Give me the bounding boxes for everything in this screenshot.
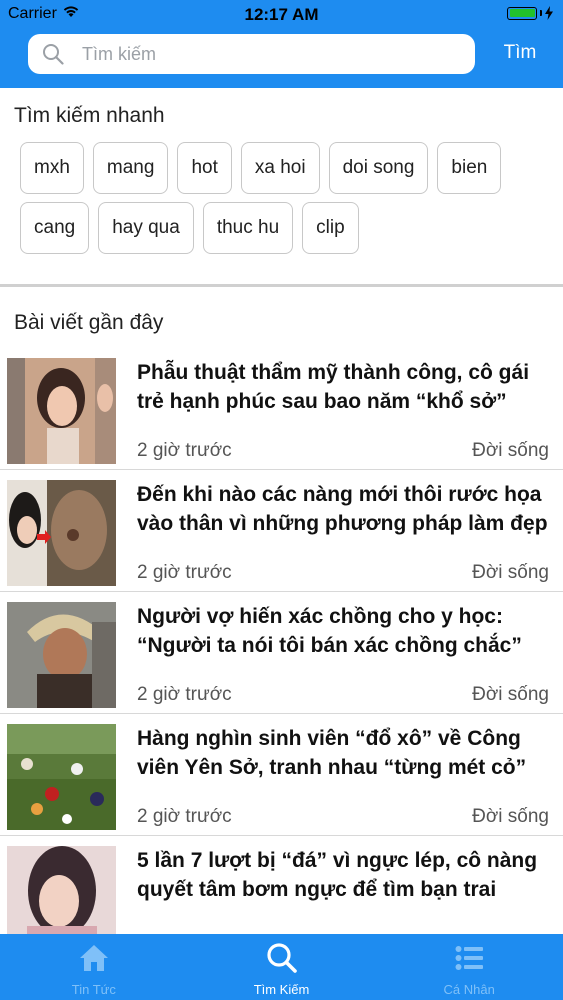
article-time: 2 giờ trước: [137, 684, 232, 705]
article-item[interactable]: Phẫu thuật thẩm mỹ thành công, cô gái tr…: [0, 348, 563, 470]
article-thumbnail: [7, 602, 116, 708]
article-time: 2 giờ trước: [137, 440, 232, 461]
tag-hot[interactable]: hot: [177, 142, 232, 194]
tab-search-label: Tìm Kiếm: [253, 982, 310, 997]
article-category: Đời sống: [472, 684, 549, 705]
tab-news[interactable]: Tin Tức: [0, 934, 188, 1000]
tag-thuc-hu[interactable]: thuc hu: [202, 202, 294, 254]
article-item[interactable]: Người vợ hiến xác chồng cho y học: “Ngườ…: [0, 592, 563, 714]
tab-profile-label: Cá Nhân: [443, 982, 495, 997]
article-title: Đến khi nào các nàng mới thôi rước họa v…: [137, 483, 548, 535]
article-item[interactable]: Đến khi nào các nàng mới thôi rước họa v…: [0, 470, 563, 592]
tag-clip[interactable]: clip: [302, 202, 359, 254]
search-input[interactable]: [80, 42, 444, 66]
article-category: Đời sống: [472, 562, 549, 583]
tab-profile[interactable]: Cá Nhân: [375, 934, 563, 1000]
article-time: 2 giờ trước: [137, 562, 232, 583]
article-item[interactable]: Hàng nghìn sinh viên “đổ xô” về Công viê…: [0, 714, 563, 836]
tag-mxh[interactable]: mxh: [20, 142, 84, 194]
charging-icon: [545, 6, 553, 20]
article-thumbnail: [7, 358, 116, 464]
clock: 12:17 AM: [244, 5, 319, 24]
search-icon: [42, 43, 64, 65]
article-category: Đời sống: [472, 806, 549, 827]
article-thumbnail: [7, 480, 116, 586]
article-title: Người vợ hiến xác chồng cho y học: “Ngườ…: [137, 605, 522, 657]
header: Carrier 12:17 AM Tìm kiếm Tìm: [0, 0, 563, 88]
battery-icon: [507, 6, 553, 20]
article-list: Phẫu thuật thẩm mỹ thành công, cô gái tr…: [0, 348, 563, 958]
quick-search-tags: mxh mang hot xa hoi doi song bien cang h…: [20, 142, 540, 254]
search-icon: [266, 942, 298, 974]
article-title: 5 lần 7 lượt bị “đá” vì ngực lép, cô nàn…: [137, 849, 538, 901]
tag-xa-hoi[interactable]: xa hoi: [240, 142, 320, 194]
home-icon: [78, 942, 110, 974]
tag-hay-qua[interactable]: hay qua: [98, 202, 194, 254]
tab-bar: Tin Tức Tìm Kiếm Cá Nhân: [0, 934, 563, 1000]
article-thumbnail: [7, 724, 116, 830]
tab-search[interactable]: Tìm Kiếm: [188, 934, 376, 1000]
tag-mang[interactable]: mang: [92, 142, 169, 194]
article-time: 2 giờ trước: [137, 806, 232, 827]
search-box[interactable]: [28, 34, 475, 74]
tag-doi-song[interactable]: doi song: [328, 142, 429, 194]
recent-posts-title: Bài viết gần đây: [14, 311, 164, 334]
article-title: Phẫu thuật thẩm mỹ thành công, cô gái tr…: [137, 361, 530, 413]
tab-news-label: Tin Tức: [71, 982, 116, 997]
list-icon: [455, 942, 484, 974]
tag-cang[interactable]: cang: [20, 202, 90, 254]
tag-bien[interactable]: bien: [437, 142, 502, 194]
article-category: Đời sống: [472, 440, 549, 461]
quick-search-title: Tìm kiếm nhanh: [14, 104, 165, 127]
search-button[interactable]: Tìm: [495, 42, 545, 64]
section-divider: [0, 284, 563, 287]
status-bar: Carrier 12:17 AM: [0, 0, 563, 30]
article-title: Hàng nghìn sinh viên “đổ xô” về Công viê…: [137, 727, 527, 779]
